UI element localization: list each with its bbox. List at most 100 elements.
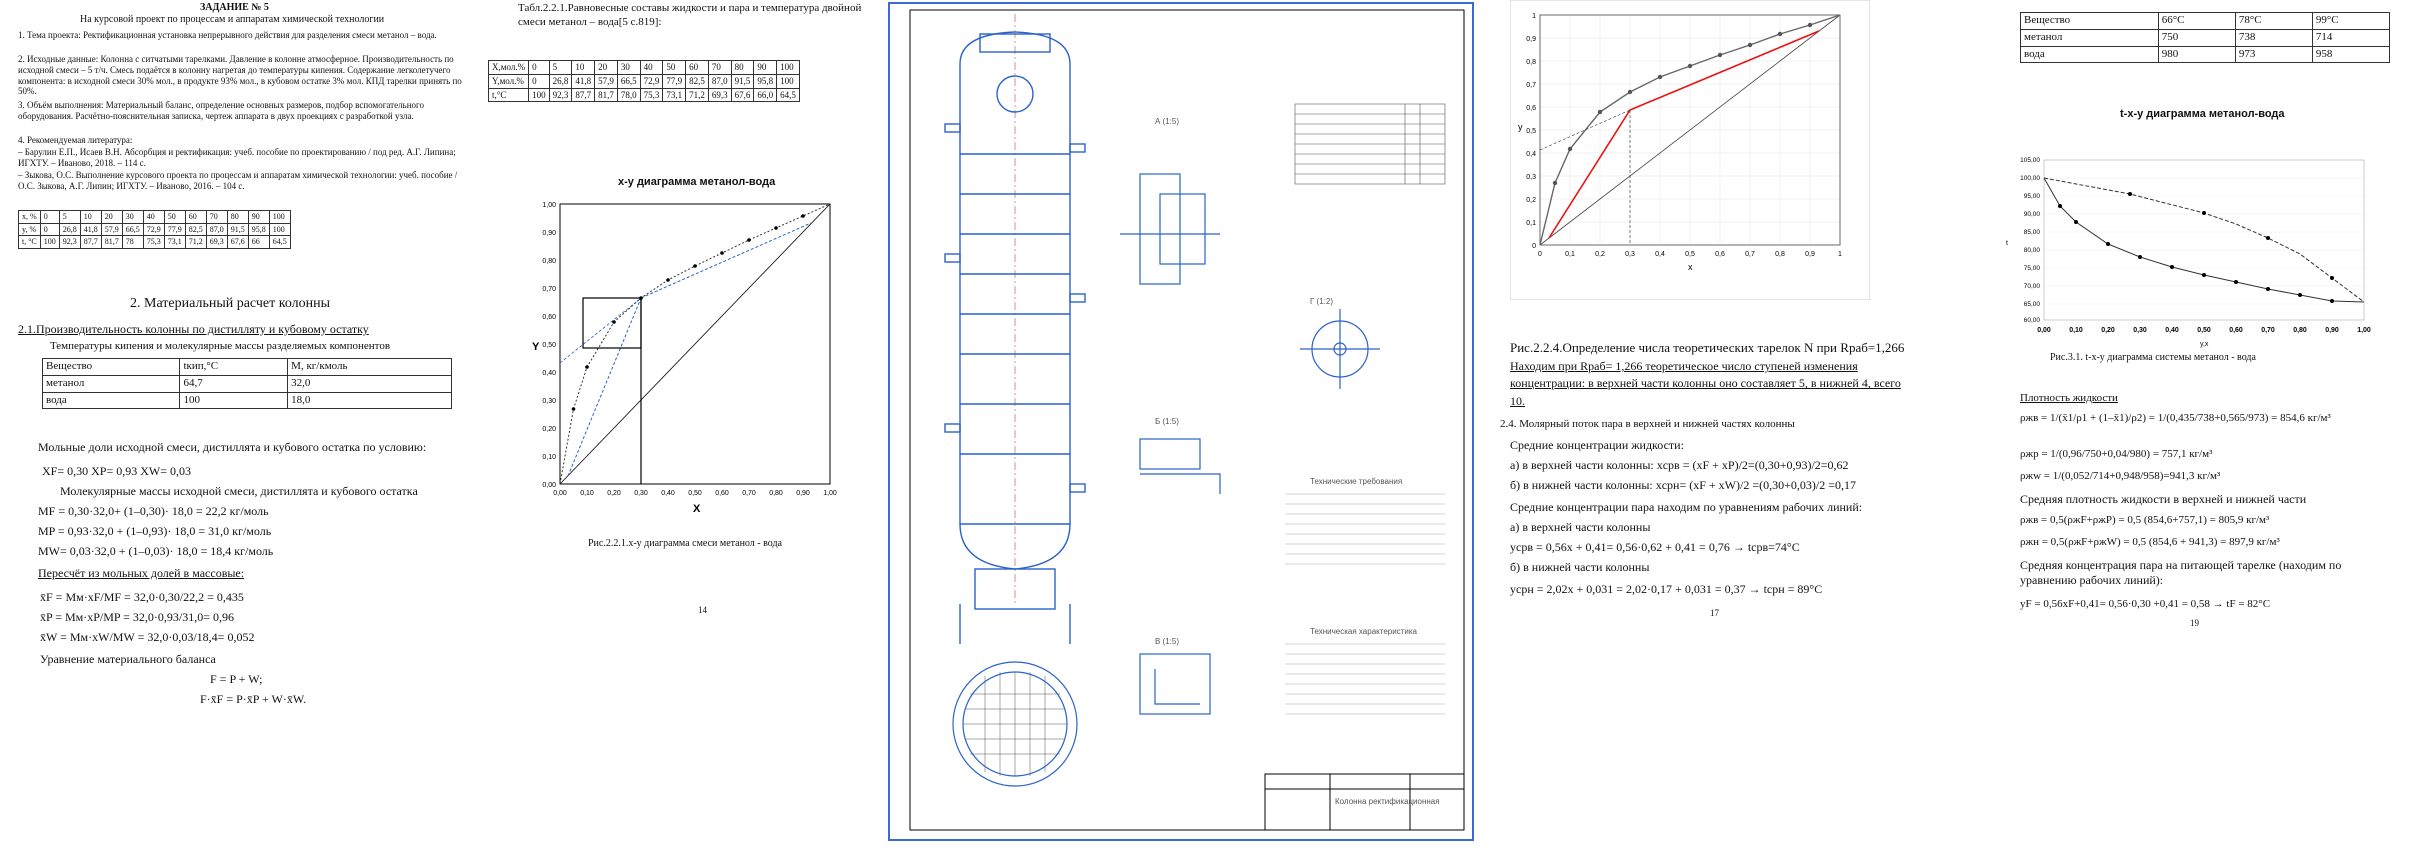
page-1: ЗАДАНИЕ № 5 На курсовой проект по процес… [0, 0, 480, 760]
calc-line: Средние концентрации пара находим по ура… [1510, 500, 1863, 514]
tick-label: 0,10 [2069, 327, 2083, 334]
tick-label: 1,00 [823, 490, 837, 497]
section-label: Б (1:5) [1155, 417, 1179, 426]
tick-label: 0,6 [1715, 251, 1725, 258]
tick-label: 85,00 [2024, 229, 2041, 236]
tick-label: 0,80 [769, 490, 783, 497]
liquid-curve [2043, 177, 2365, 303]
xy-chart: 0,00 0,10 0,20 0,30 0,40 0,50 0,60 0,70 … [532, 202, 837, 515]
tick-label: 0,6 [1526, 105, 1536, 112]
calc-line: ρжw = 1/(0,052/714+0,948/958)=941,3 кг/м… [2020, 470, 2221, 482]
tick-label: 0,50 [688, 490, 702, 497]
mass-title: Молекулярные массы исходной смеси, дисти… [60, 484, 418, 498]
notes-title: Технические требования [1310, 477, 1402, 486]
plot-frame [2043, 159, 2365, 321]
data-points [2058, 192, 2334, 303]
bottom-operating-line [567, 297, 642, 477]
tick-label: 0,40 [661, 490, 675, 497]
tick-label: 0,00 [553, 490, 567, 497]
y-ticks: 1,00 0,90 0,80 0,70 0,60 0,50 0,40 0,30 … [542, 202, 556, 489]
tick-label: 0,90 [2325, 327, 2339, 334]
tick-label: 0,00 [2037, 327, 2051, 334]
recalc-title: Пересчёт из мольных долей в массовые: [38, 566, 245, 580]
tick-label: 0,8 [1526, 59, 1536, 66]
calc-line: Средняя плотность жидкости в верхней и н… [2020, 492, 2307, 506]
tick-label: 0,70 [742, 490, 756, 497]
tick-label: 80,00 [2024, 247, 2041, 254]
equilibrium-table: X,мол.% 0 5 10 20 30 40 50 60 70 80 90 100 Y,мол.% 0 2… [487, 60, 800, 103]
tick-label: 0,30 [634, 490, 648, 497]
calc-line: б) в нижней части колонны: xсрн= (xF + x… [1510, 478, 1856, 492]
mccabe-chart: 0 0,1 0,2 0,3 0,4 0,5 0,6 0,7 0,8 0,9 1 … [1510, 0, 1870, 300]
tick-label: 1 [1838, 251, 1842, 258]
recalc-line: x̄W = Mм·xW/MW = 32,0·0,03/18,4= 0,052 [40, 630, 255, 644]
tick-label: 0,9 [1526, 36, 1536, 43]
calc-line: Средняя концентрация пара на питающей та… [2020, 558, 2342, 587]
tick-label: 0,30 [542, 398, 556, 405]
task-item: 3. Объём выполнения: Материальный баланс… [18, 100, 424, 121]
tick-label: 0 [1538, 251, 1542, 258]
xy-chart-title: x-y диаграмма метанол-вода [618, 176, 776, 188]
xy-chart-caption: Рис.2.2.1.х-у диаграмма смеси метанол - … [588, 538, 782, 549]
txy-chart: 105,00 100,00 95,00 90,00 85,00 80,00 75… [2006, 157, 2371, 348]
tick-label: 60,00 [2024, 317, 2041, 324]
task-item: – Барулин Е.П., Исаев В.Н. Абсорбция и р… [18, 147, 456, 168]
column-body [944, 14, 1086, 644]
tick-label: 0,40 [542, 370, 556, 377]
tick-label: 0,2 [1595, 251, 1605, 258]
y-axis-label: y [1518, 122, 1523, 132]
calc-line: ρжв = 0,5(ρжF+ρжP) = 0,5 (854,6+757,1) =… [2020, 514, 2270, 526]
x-ticks: 0,00 0,10 0,20 0,30 0,40 0,50 0,60 0,70 … [553, 490, 837, 497]
tick-label: 0,70 [542, 286, 556, 293]
recalc-line: x̄P = Mм·xP/MP = 32,0·0,93/31,0= 0,96 [40, 610, 235, 624]
tick-label: 0,4 [1526, 151, 1536, 158]
tick-label: 65,00 [2024, 301, 2041, 308]
tick-label: 0,3 [1526, 174, 1536, 181]
balance-line: F = P + W; [210, 672, 263, 686]
txy-chart-caption: Рис.3.1. t-x-y диаграмма системы метанол… [2050, 352, 2256, 363]
tick-label: 0,10 [580, 490, 594, 497]
tick-label: 0,7 [1526, 82, 1536, 89]
tick-label: 0,5 [1526, 128, 1536, 135]
tick-label: 0,20 [607, 490, 621, 497]
tick-label: 70,00 [2024, 283, 2041, 290]
tick-label: 75,00 [2024, 265, 2041, 272]
tick-label: 95,00 [2024, 193, 2041, 200]
tick-label: 1,00 [542, 202, 556, 209]
x-axis-label: y,x [2200, 341, 2209, 348]
density-title: Плотность жидкости [2020, 392, 2118, 404]
diagonal-line [559, 203, 831, 485]
mass-line: MP = 0,93·32,0 + (1–0,93)· 18,0 = 31,0 к… [38, 524, 272, 538]
calc-line: yсрв = 0,56x + 0,41= 0,56·0,62 + 0,41 = … [1510, 540, 1800, 554]
result-text: Находим при Rраб= 1,266 теоретическое чи… [1510, 359, 1901, 408]
tick-label: 0,00 [542, 482, 556, 489]
tick-label: 0,20 [2101, 327, 2115, 334]
tick-label: 0,20 [542, 426, 556, 433]
section-label: А (1:5) [1155, 117, 1179, 126]
tick-label: 0,50 [542, 342, 556, 349]
q-line [559, 297, 642, 364]
calc-line: ρжн = 0,5(ρжF+ρжW) = 0,5 (854,6 + 941,3)… [2020, 536, 2280, 548]
task-item: 4. Рекомендуемая литература: [18, 135, 133, 145]
section-label: Г (1:2) [1310, 297, 1333, 306]
tick-label: 0,60 [542, 314, 556, 321]
vapor-curve [2043, 177, 2365, 303]
drawing-sheet: А (1:5) Б (1:5) В (1:5) Г (1:2) Техничес… [888, 2, 1474, 841]
task-item: – Зыкова, О.С. Выполнение курсового прое… [18, 170, 458, 191]
calc-line: а) в верхней части колонны: xсрв = (xF +… [1510, 458, 1849, 472]
mass-line: MW= 0,03·32,0 + (1–0,03)· 18,0 = 18,4 кг… [38, 544, 274, 558]
tick-label: 0,3 [1625, 251, 1635, 258]
tick-label: 0,90 [796, 490, 810, 497]
tick-label: 0,60 [2229, 327, 2243, 334]
tick-label: 90,00 [2024, 211, 2041, 218]
tick-label: 0,10 [542, 454, 556, 461]
components-table: Вещество tкип,°С М, кг/кмоль метанол 64,7 32… [41, 358, 452, 410]
fractions-title: Мольные доли исходной смеси, дистиллята … [38, 440, 427, 454]
x-axis-label: x [1688, 262, 1693, 272]
task-subheader: На курсовой проект по процессам и аппара… [80, 14, 385, 25]
mccabe-caption: Рис.2.2.4.Определение числа теоретически… [1510, 340, 1905, 355]
tick-label: 1 [1532, 13, 1536, 20]
tick-label: 100,00 [2020, 175, 2040, 182]
column-drawing: А (1:5) Б (1:5) В (1:5) Г (1:2) Техничес… [909, 9, 1465, 831]
tick-label: 0,1 [1526, 220, 1536, 227]
